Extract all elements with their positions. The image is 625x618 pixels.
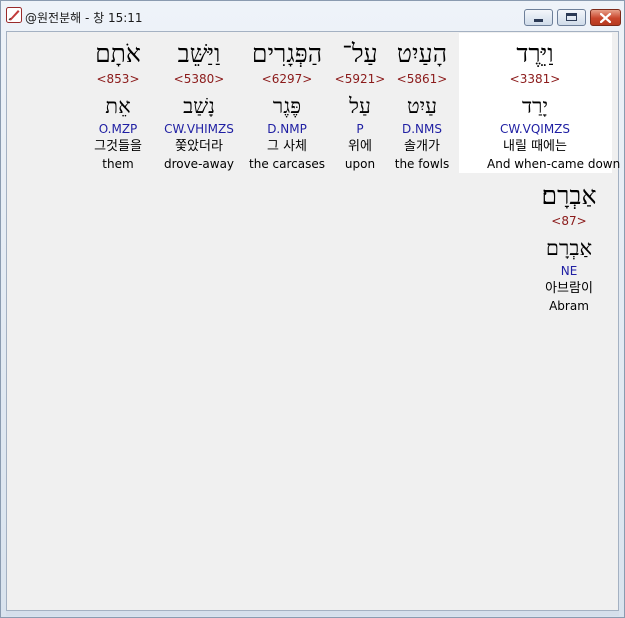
hebrew-word: אַבְרָם׃ bbox=[541, 181, 597, 210]
minimize-button[interactable] bbox=[524, 9, 553, 26]
word-cell-4[interactable]: הַפְּגָרִים <6297> פֶּגֶר D.NMP 그 사체 the… bbox=[239, 36, 335, 172]
maximize-icon bbox=[566, 13, 577, 21]
word-cell-7[interactable]: אַבְרָם׃ <87> אַבְרָם NE 아브람이 Abram bbox=[521, 178, 617, 314]
strong-number[interactable]: <87> bbox=[521, 214, 617, 229]
app-window: @원전분해 - 창 15:11 וַיֵּרֶד <3381> יָרַד CW… bbox=[0, 0, 625, 618]
feather-quill-icon[interactable] bbox=[6, 7, 22, 23]
strong-number[interactable]: <6297> bbox=[239, 72, 335, 87]
hebrew-word: אֹתָם bbox=[95, 39, 141, 68]
interlinear-panel[interactable]: וַיֵּרֶד <3381> יָרַד CW.VQIMZS 내릴 때에는 A… bbox=[6, 31, 621, 611]
english-gloss: them bbox=[102, 157, 134, 171]
english-gloss: Abram bbox=[549, 299, 589, 313]
lemma: פֶּגֶר bbox=[272, 94, 302, 118]
english-gloss: And when-came down bbox=[487, 157, 621, 171]
strong-number[interactable]: <853> bbox=[70, 72, 166, 87]
korean-gloss: 그것들을 bbox=[94, 139, 142, 154]
close-icon bbox=[600, 13, 611, 23]
english-gloss: the carcases bbox=[249, 157, 325, 171]
title-bar[interactable]: @원전분해 - 창 15:11 bbox=[1, 1, 624, 31]
korean-gloss: 그 사체 bbox=[266, 139, 307, 154]
hebrew-word: וַיֵּרֶד bbox=[516, 39, 554, 68]
lemma: אֵת bbox=[105, 94, 131, 118]
bottom-edge bbox=[6, 611, 619, 616]
korean-gloss: 내릴 때에는 bbox=[503, 139, 567, 154]
word-cell-6[interactable]: אֹתָם <853> אֵת O.MZP 그것들을 them bbox=[70, 36, 166, 172]
window-title: @원전분해 - 창 15:11 bbox=[25, 11, 143, 25]
morph-code: O.MZP bbox=[98, 122, 138, 136]
minimize-icon bbox=[534, 19, 543, 22]
lemma: אַבְרָם bbox=[545, 236, 593, 260]
maximize-button[interactable] bbox=[557, 9, 586, 26]
close-button[interactable] bbox=[590, 9, 621, 26]
strong-number[interactable]: <3381> bbox=[487, 72, 583, 87]
morph-code: D.NMP bbox=[267, 122, 307, 136]
morph-code: CW.VQIMZS bbox=[499, 122, 571, 136]
word-cell-1[interactable]: וַיֵּרֶד <3381> יָרַד CW.VQIMZS 내릴 때에는 A… bbox=[487, 36, 621, 172]
lemma: יָרַד bbox=[522, 94, 548, 118]
morph-code: NE bbox=[560, 264, 578, 278]
hebrew-word: הַפְּגָרִים bbox=[251, 39, 323, 68]
korean-gloss: 아브람이 bbox=[545, 281, 593, 296]
